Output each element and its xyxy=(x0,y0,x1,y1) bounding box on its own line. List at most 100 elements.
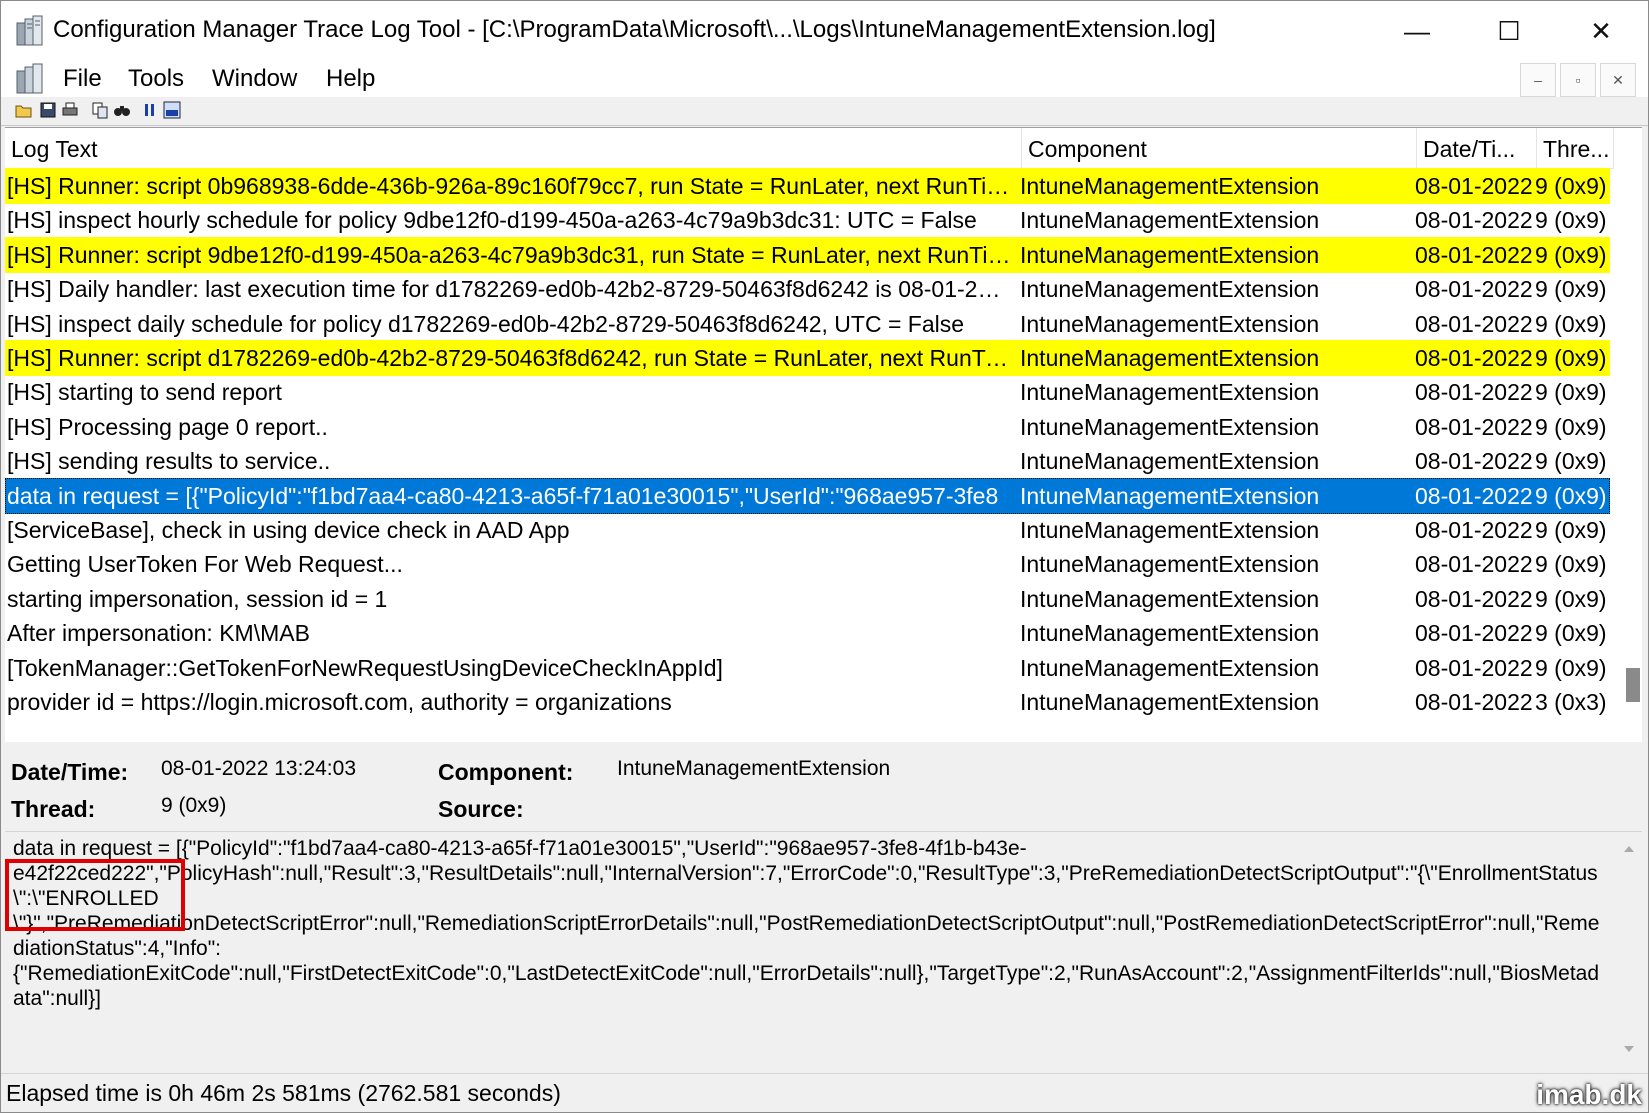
log-text-cell: [HS] inspect daily schedule for policy d… xyxy=(7,310,965,337)
thread-cell: 9 (0x9) xyxy=(1535,345,1607,371)
minimize-button[interactable]: — xyxy=(1371,1,1463,61)
status-bar: Elapsed time is 0h 46m 2s 581ms (2762.58… xyxy=(1,1073,1648,1112)
log-text-cell: [HS] starting to send report xyxy=(7,379,282,406)
menu-window[interactable]: Window xyxy=(212,65,297,93)
component-cell: IntuneManagementExtension xyxy=(1020,207,1320,234)
log-text-cell: starting impersonation, session id = 1 xyxy=(7,585,388,612)
thread-cell: 9 (0x9) xyxy=(1535,173,1607,199)
datetime-label: Date/Time: xyxy=(11,759,129,785)
log-text-cell: [HS] Runner: script 9dbe12f0-d199-450a-a… xyxy=(7,241,1013,268)
scroll-down-icon xyxy=(1624,1046,1634,1052)
log-row[interactable]: [ServiceBase], check in using device che… xyxy=(5,512,1610,548)
copy-icon[interactable] xyxy=(91,101,109,119)
header-log-text[interactable]: Log Text xyxy=(5,128,1022,168)
datetime-cell: 08-01-2022 xyxy=(1415,173,1533,199)
menu-help[interactable]: Help xyxy=(326,65,375,93)
message-text[interactable]: data in request = [{"PolicyId":"f1bd7aa4… xyxy=(13,836,1603,1011)
open-icon[interactable] xyxy=(15,101,33,119)
datetime-cell: 08-01-2022 xyxy=(1415,345,1533,371)
details-pane: Date/Time: 08-01-2022 13:24:03 Component… xyxy=(5,743,1642,829)
log-row[interactable]: [HS] Daily handler: last execution time … xyxy=(5,271,1610,307)
log-row[interactable]: data in request = [{"PolicyId":"f1bd7aa4… xyxy=(5,477,1610,514)
datetime-cell: 08-01-2022 xyxy=(1415,448,1533,475)
datetime-cell: 08-01-2022 xyxy=(1415,585,1533,612)
datetime-cell: 08-01-2022 xyxy=(1415,207,1533,234)
datetime-cell: 08-01-2022 xyxy=(1415,689,1533,715)
source-label: Source: xyxy=(438,796,524,822)
header-component[interactable]: Component xyxy=(1022,128,1417,168)
thread-label: Thread: xyxy=(11,796,96,822)
log-row[interactable]: [HS] Runner: script 9dbe12f0-d199-450a-a… xyxy=(5,236,1610,273)
document-icon[interactable] xyxy=(15,63,45,95)
header-datetime[interactable]: Date/Ti... xyxy=(1417,128,1537,168)
log-text-cell: data in request = [{"PolicyId":"f1bd7aa4… xyxy=(7,482,999,509)
log-row[interactable]: [HS] Processing page 0 report.. IntuneMan… xyxy=(5,409,1610,445)
thread-cell: 9 (0x9) xyxy=(1535,276,1607,303)
component-cell: IntuneManagementExtension xyxy=(1020,345,1320,371)
message-pane[interactable]: data in request = [{"PolicyId":"f1bd7aa4… xyxy=(5,831,1642,1070)
menu-tools[interactable]: Tools xyxy=(128,65,184,93)
log-row[interactable]: provider id = https://login.microsoft.co… xyxy=(5,684,1610,720)
thread-cell: 9 (0x9) xyxy=(1535,654,1607,681)
maximize-button[interactable]: ☐ xyxy=(1463,1,1555,61)
log-text-cell: [HS] inspect hourly schedule for policy … xyxy=(7,207,977,234)
details-icon[interactable] xyxy=(163,101,181,119)
thread-cell: 9 (0x9) xyxy=(1535,379,1607,406)
menu-file[interactable]: File xyxy=(63,65,102,93)
thread-cell: 9 (0x9) xyxy=(1535,482,1607,509)
find-icon[interactable] xyxy=(113,101,131,119)
log-row[interactable]: [HS] starting to send report IntuneManage… xyxy=(5,374,1610,410)
datetime-cell: 08-01-2022 xyxy=(1415,517,1533,543)
component-cell: IntuneManagementExtension xyxy=(1020,585,1320,612)
component-cell: IntuneManagementExtension xyxy=(1020,379,1320,406)
log-row[interactable]: [HS] inspect daily schedule for policy d… xyxy=(5,306,1610,342)
component-cell: IntuneManagementExtension xyxy=(1020,173,1320,199)
component-cell: IntuneManagementExtension xyxy=(1020,654,1320,681)
message-scrollbar[interactable] xyxy=(1616,832,1642,1070)
trace-log-window: Configuration Manager Trace Log Tool - [… xyxy=(0,0,1649,1113)
datetime-cell: 08-01-2022 xyxy=(1415,379,1533,406)
thread-cell: 9 (0x9) xyxy=(1535,551,1607,578)
log-text-cell: [TokenManager::GetTokenForNewRequestUsin… xyxy=(7,654,723,681)
title-bar[interactable]: Configuration Manager Trace Log Tool - [… xyxy=(1,1,1648,61)
log-row[interactable]: [HS] sending results to service.. IntuneM… xyxy=(5,443,1610,479)
log-row[interactable]: After impersonation: KM\MAB IntuneManagem… xyxy=(5,615,1610,651)
datetime-cell: 08-01-2022 xyxy=(1415,482,1533,509)
watermark: imab.dk xyxy=(1536,1079,1642,1110)
print-icon[interactable] xyxy=(61,101,79,119)
header-thread[interactable]: Thre... xyxy=(1537,128,1614,168)
component-value: IntuneManagementExtension xyxy=(617,757,891,780)
component-cell: IntuneManagementExtension xyxy=(1020,517,1320,543)
log-text-cell: [HS] sending results to service.. xyxy=(7,448,331,475)
log-row[interactable]: starting impersonation, session id = 1 In… xyxy=(5,581,1610,617)
window-title: Configuration Manager Trace Log Tool - [… xyxy=(53,16,1216,43)
component-label: Component: xyxy=(438,759,574,785)
log-row[interactable]: [HS] Runner: script 0b968938-6dde-436b-9… xyxy=(5,168,1610,204)
component-cell: IntuneManagementExtension xyxy=(1020,482,1320,509)
mdi-close-button[interactable]: ✕ xyxy=(1600,63,1636,97)
thread-cell: 3 (0x3) xyxy=(1535,689,1607,715)
mdi-restore-button[interactable]: ▫ xyxy=(1560,63,1596,97)
log-row[interactable]: Getting UserToken For Web Request... Intu… xyxy=(5,546,1610,582)
pause-icon[interactable] xyxy=(141,101,159,119)
thread-value: 9 (0x9) xyxy=(161,794,227,817)
thread-cell: 9 (0x9) xyxy=(1535,620,1607,647)
datetime-cell: 08-01-2022 xyxy=(1415,241,1533,268)
component-cell: IntuneManagementExtension xyxy=(1020,413,1320,440)
elapsed-time: Elapsed time is 0h 46m 2s 581ms (2762.58… xyxy=(6,1080,561,1106)
list-scrollbar-thumb[interactable] xyxy=(1626,668,1640,702)
log-text-cell: [ServiceBase], check in using device che… xyxy=(7,517,570,543)
save-icon[interactable] xyxy=(39,101,57,119)
log-row[interactable]: [HS] Runner: script d1782269-ed0b-42b2-8… xyxy=(5,340,1610,376)
log-text-cell: After impersonation: KM\MAB xyxy=(7,620,310,647)
mdi-minimize-button[interactable]: – xyxy=(1520,63,1556,97)
thread-cell: 9 (0x9) xyxy=(1535,413,1607,440)
annotation-highlight-box xyxy=(5,859,185,931)
datetime-cell: 08-01-2022 xyxy=(1415,310,1533,337)
log-list[interactable]: Log Text Component Date/Ti... Thre... [H… xyxy=(5,127,1642,742)
log-row[interactable]: [HS] inspect hourly schedule for policy … xyxy=(5,202,1610,238)
datetime-cell: 08-01-2022 xyxy=(1415,413,1533,440)
list-scrollbar[interactable] xyxy=(1614,168,1642,742)
close-button[interactable]: ✕ xyxy=(1555,1,1647,61)
log-row[interactable]: [TokenManager::GetTokenForNewRequestUsin… xyxy=(5,650,1610,686)
